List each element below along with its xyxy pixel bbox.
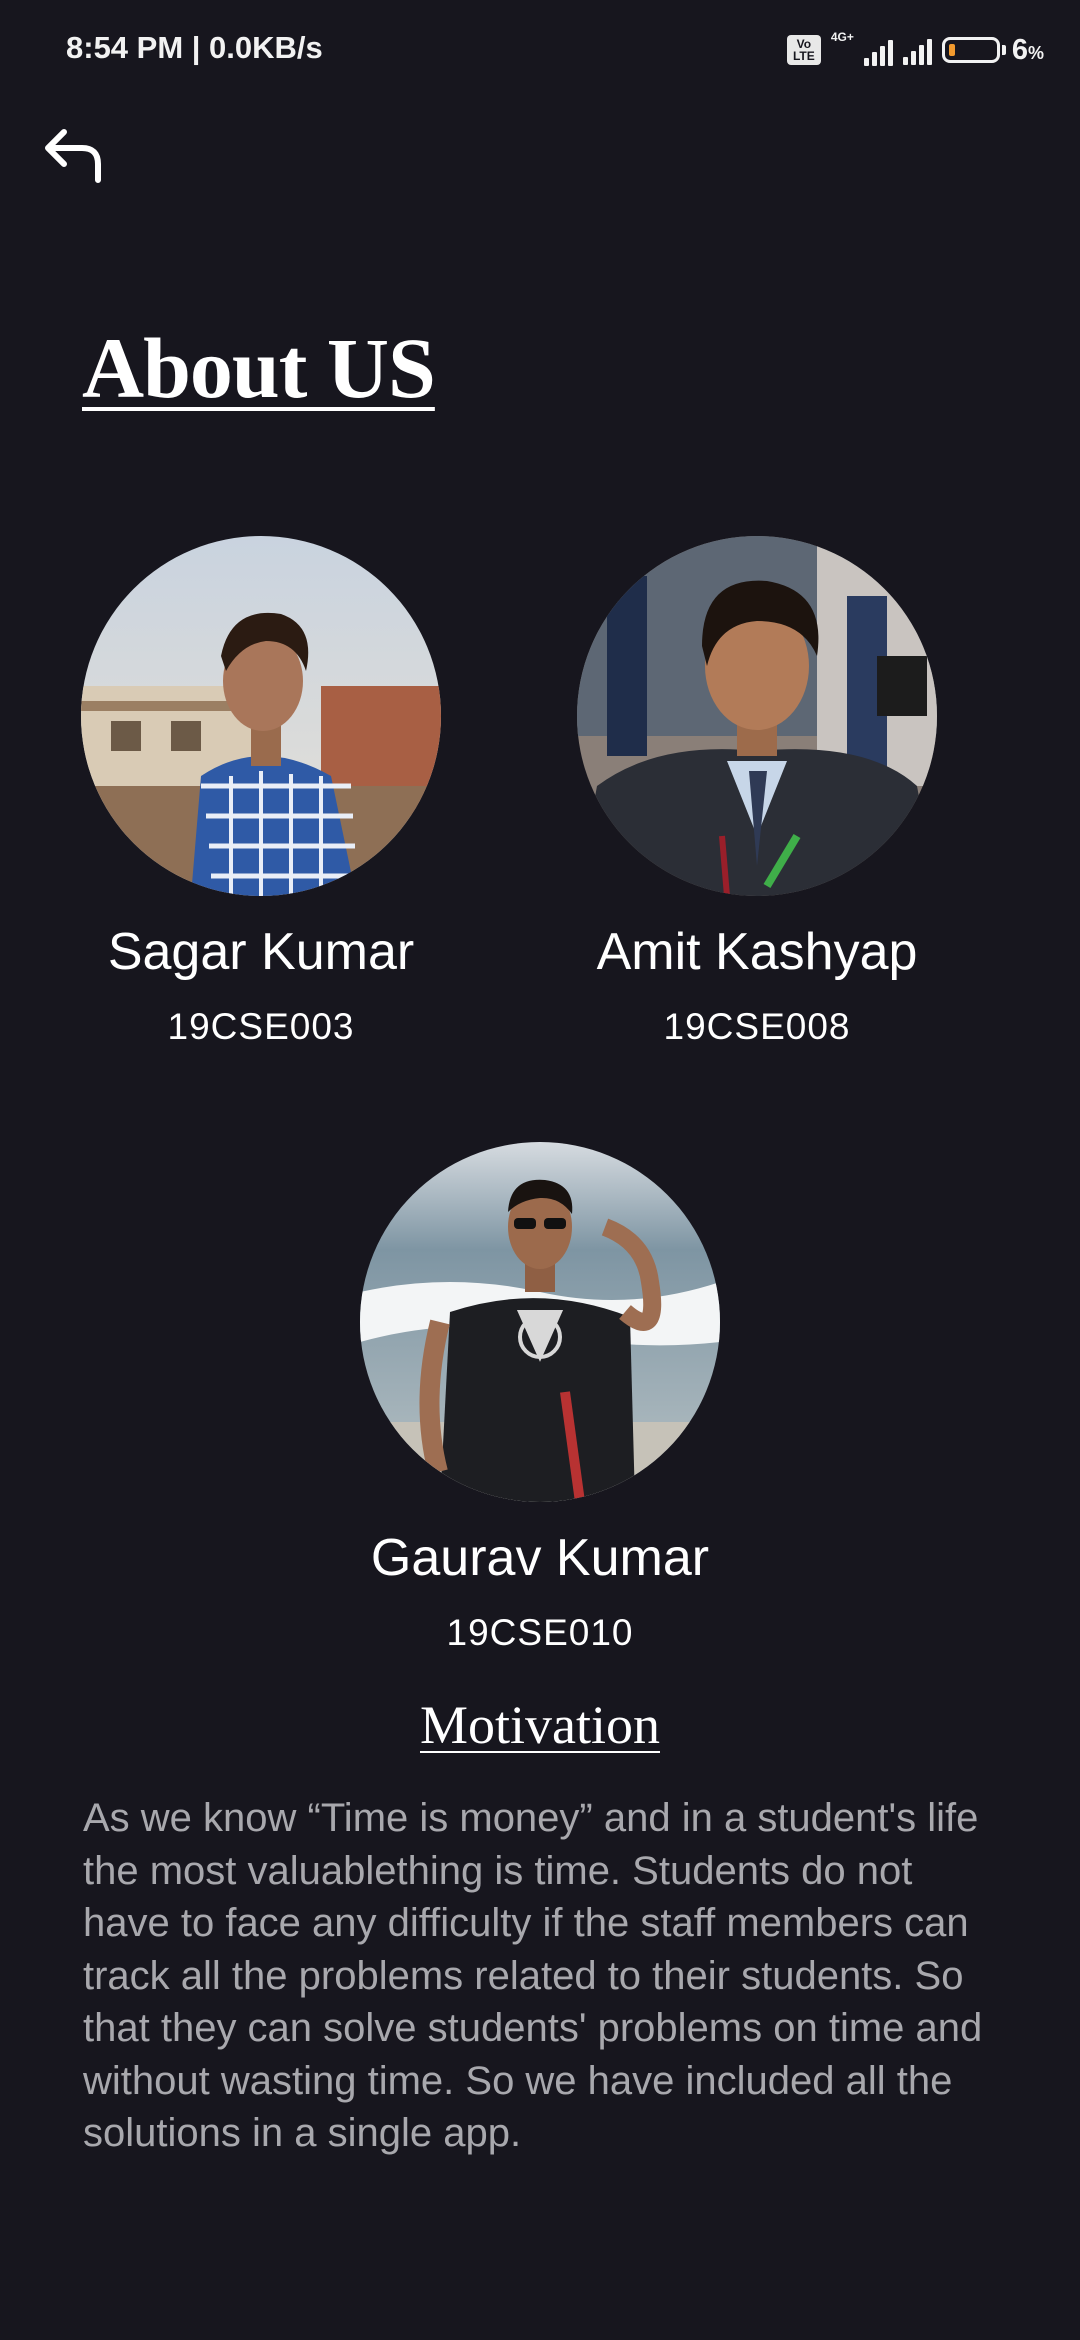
signal-4g-icon: 4G+: [830, 30, 893, 68]
status-bar: 8:54 PM | 0.0KB/s Vo LTE 4G+ 6%: [0, 0, 1080, 100]
back-button[interactable]: [36, 118, 110, 192]
volte-icon: Vo LTE: [786, 35, 821, 65]
avatar: [577, 536, 937, 896]
signal-icon: [902, 35, 932, 65]
battery-unit: %: [1027, 42, 1044, 63]
battery-icon: 6%: [941, 33, 1044, 67]
avatar: [360, 1142, 720, 1502]
battery-percent: 6: [1011, 33, 1028, 66]
back-arrow-icon: [45, 129, 101, 183]
member-id: 19CSE003: [167, 1006, 355, 1047]
member-name: Amit Kashyap: [596, 923, 918, 981]
member-id: 19CSE008: [663, 1006, 851, 1047]
member-name: Sagar Kumar: [107, 923, 415, 981]
member-name: Gaurav Kumar: [370, 1529, 710, 1587]
member-card: Amit Kashyap 19CSE008: [507, 536, 1007, 1048]
page-title: About US: [82, 320, 436, 416]
avatar: [81, 536, 441, 896]
motivation-text: As we know “Time is money” and in a stud…: [83, 1796, 983, 2155]
network-type-label: 4G+: [830, 30, 854, 44]
motivation-title: Motivation: [420, 1695, 660, 1755]
member-id: 19CSE010: [446, 1612, 634, 1653]
status-icons: Vo LTE 4G+ 6%: [786, 30, 1044, 70]
member-card: Gaurav Kumar 19CSE010: [290, 1142, 790, 1654]
member-card: Sagar Kumar 19CSE003: [11, 536, 511, 1048]
status-time: 8:54 PM | 0.0KB/s: [66, 30, 323, 65]
